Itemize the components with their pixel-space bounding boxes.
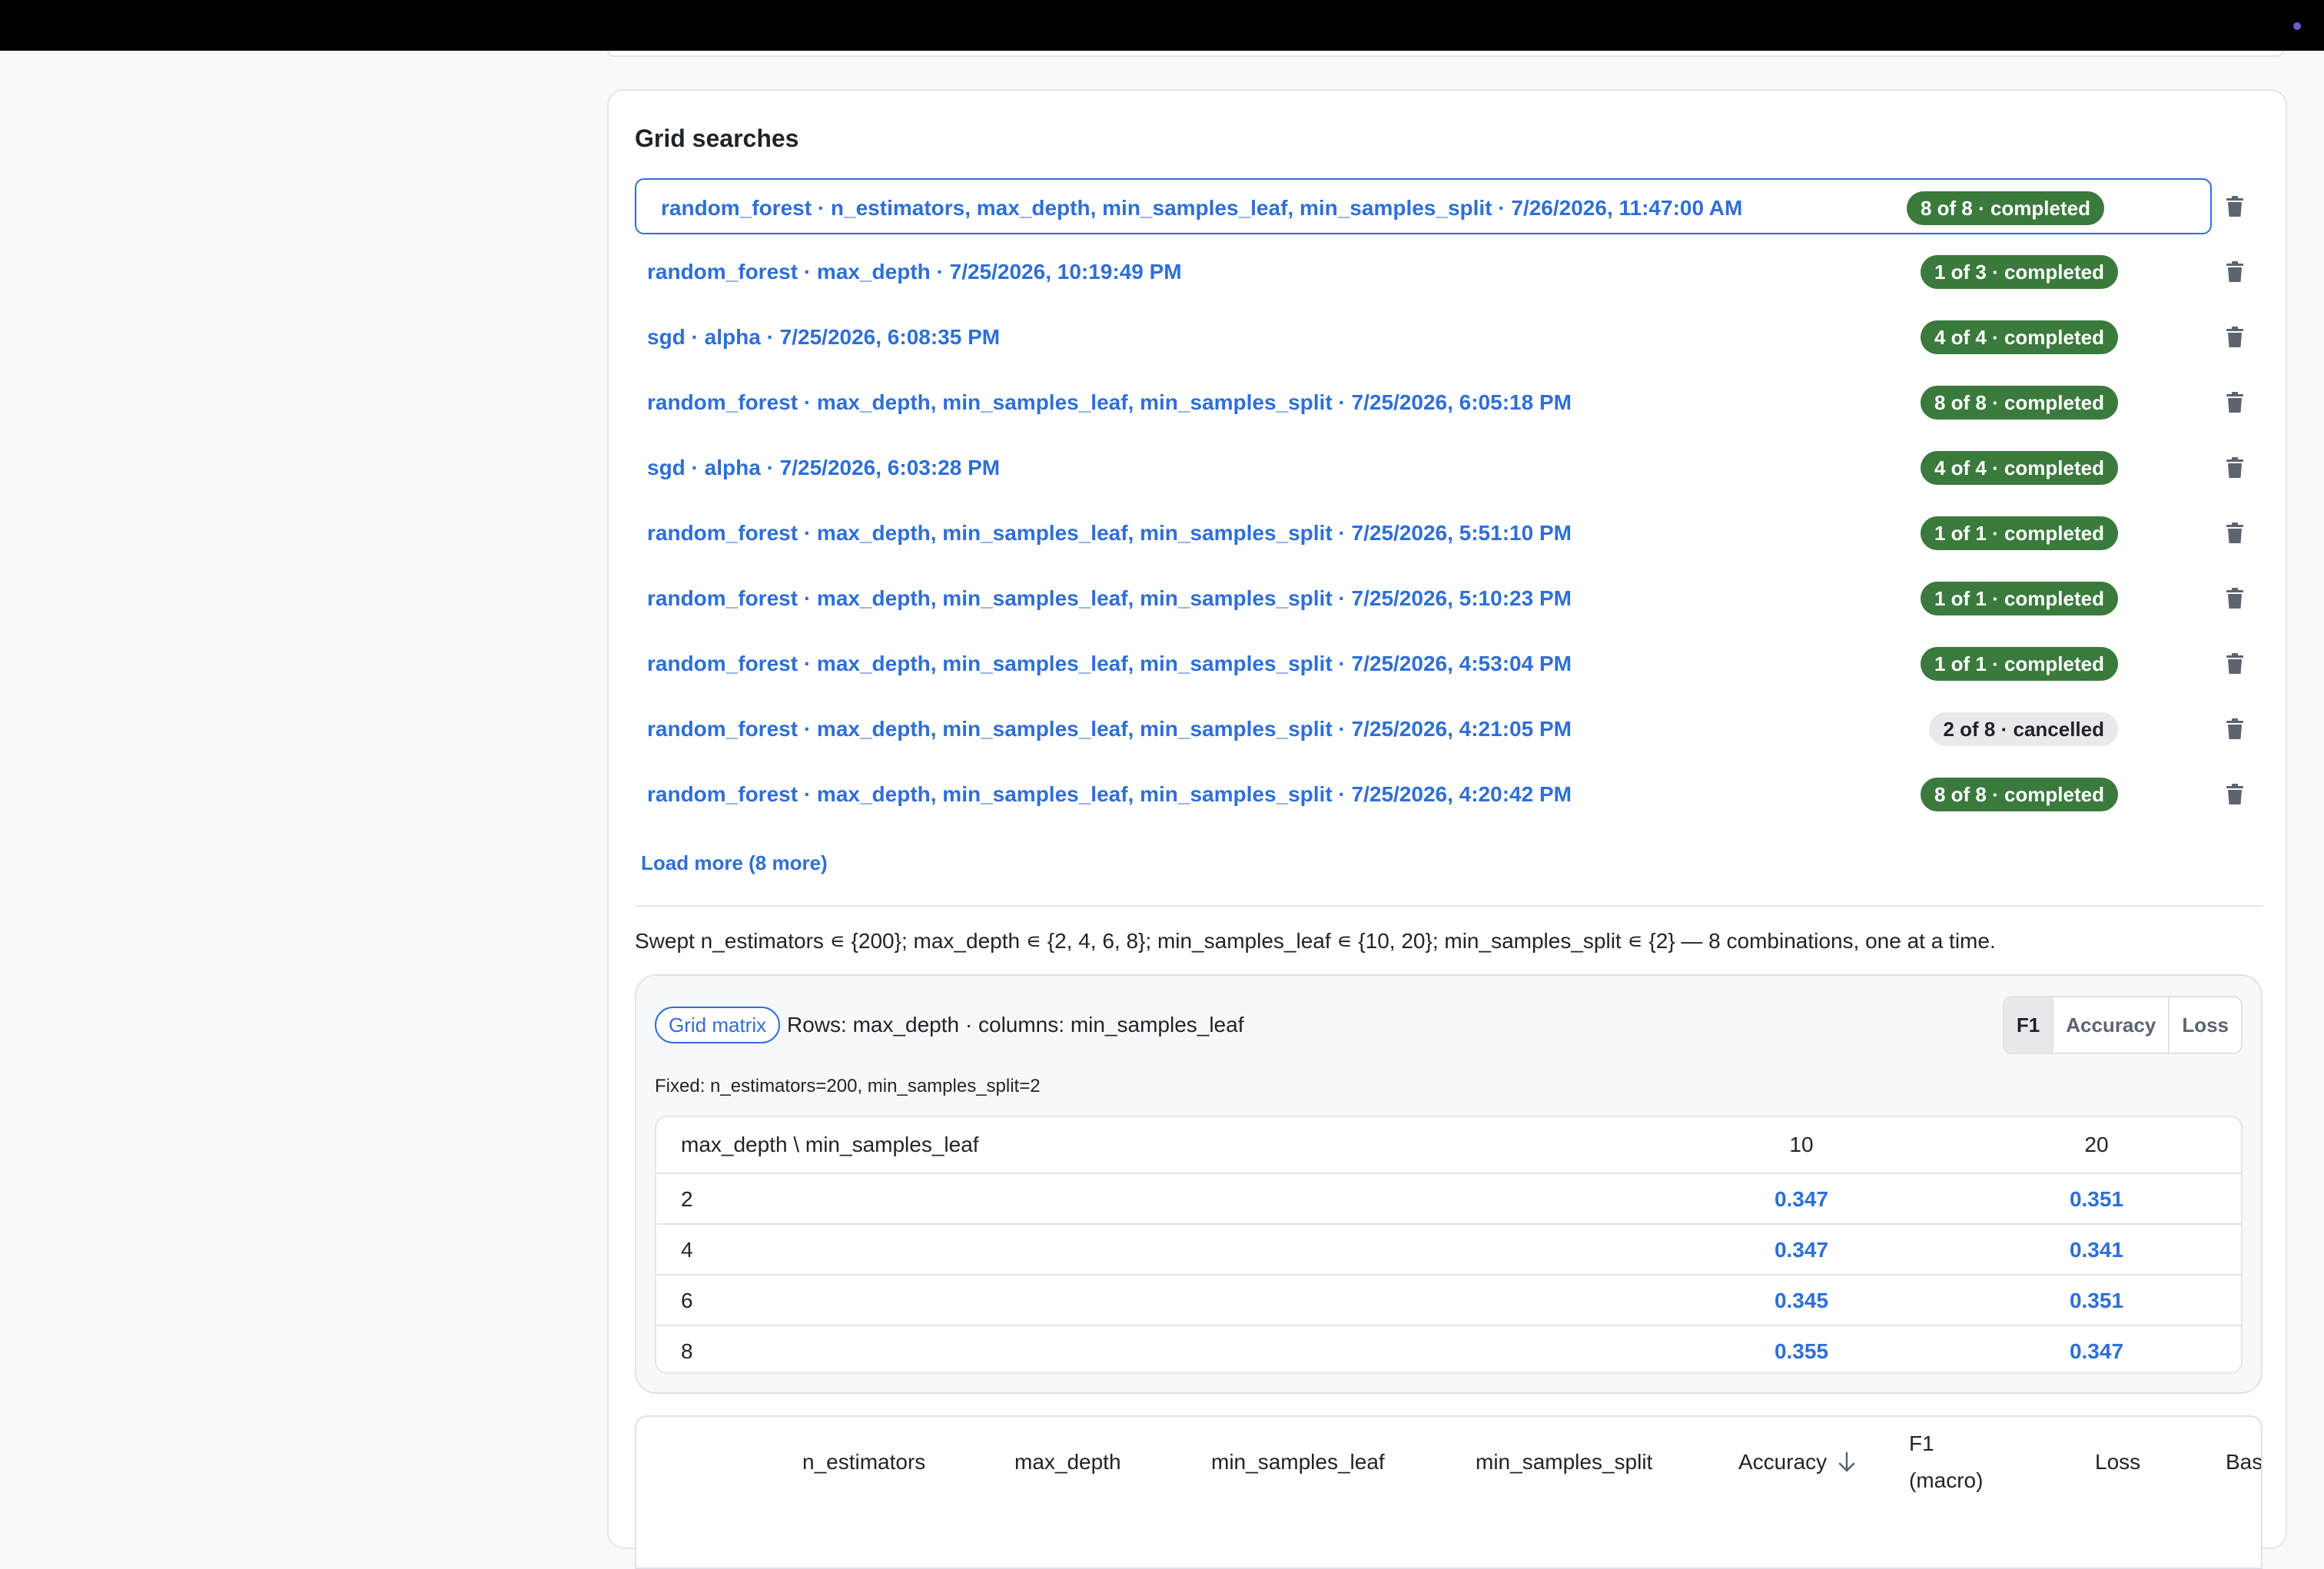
column-header-max-depth[interactable]: max_depth [1014, 1417, 1121, 1508]
matrix-cell-value[interactable]: 0.345 [1763, 1275, 1840, 1326]
grid-search-row-box[interactable]: random_forest · max_depth, min_samples_l… [635, 766, 2212, 822]
panel-title: Grid searches [635, 124, 799, 152]
tab-loss[interactable]: Loss [2168, 997, 2241, 1053]
status-badge: 1 of 3 · completed [1920, 255, 2118, 289]
trash-icon[interactable] [2226, 457, 2244, 479]
grid-search-row-box[interactable]: sgd · alpha · 7/25/2026, 6:03:28 PM 4 of … [635, 440, 2212, 496]
grid-search-row[interactable]: random_forest · max_depth · 7/25/2026, 1… [635, 244, 2279, 309]
matrix-row: 2 0.347 0.351 [656, 1173, 2241, 1223]
grid-search-link[interactable]: random_forest · n_estimators, max_depth,… [661, 180, 1742, 236]
swept-summary: Swept n_estimators ∊ {200}; max_depth ∊ … [635, 929, 1996, 953]
matrix-row: 8 0.355 0.347 [656, 1325, 2241, 1372]
status-badge: 4 of 4 · completed [1920, 451, 2118, 485]
column-header-base[interactable]: Base [2226, 1417, 2261, 1508]
column-header-accuracy[interactable]: Accuracy [1738, 1417, 1856, 1508]
grid-matrix-pill: Grid matrix [655, 1007, 781, 1043]
grid-search-row[interactable]: random_forest · max_depth, min_samples_l… [635, 374, 2279, 440]
grid-search-link[interactable]: sgd · alpha · 7/25/2026, 6:08:35 PM [647, 309, 1000, 365]
status-badge: 8 of 8 · completed [1920, 778, 2118, 811]
matrix-cell-value[interactable]: 0.347 [2058, 1326, 2135, 1372]
grid-matrix-card: Grid matrix Rows: max_depth · columns: m… [635, 974, 2263, 1394]
top-bar [0, 0, 2324, 51]
matrix-cell-value[interactable]: 0.351 [2058, 1174, 2135, 1225]
grid-search-row-box[interactable]: random_forest · max_depth · 7/25/2026, 1… [635, 244, 2212, 300]
matrix-cell-value[interactable]: 0.347 [1763, 1174, 1840, 1225]
column-header-min-samples-split[interactable]: min_samples_split [1476, 1417, 1652, 1508]
grid-search-row[interactable]: random_forest · max_depth, min_samples_l… [635, 766, 2279, 831]
matrix-header-row: max_depth \ min_samples_leaf 10 20 [656, 1117, 2241, 1173]
grid-search-row-box[interactable]: random_forest · max_depth, min_samples_l… [635, 505, 2212, 561]
previous-card-edge [607, 51, 2284, 57]
trash-icon[interactable] [2226, 327, 2244, 348]
grid-search-row-box[interactable]: random_forest · max_depth, min_samples_l… [635, 374, 2212, 430]
grid-search-link[interactable]: random_forest · max_depth, min_samples_l… [647, 374, 1572, 430]
grid-search-row-box[interactable]: random_forest · max_depth, min_samples_l… [635, 570, 2212, 626]
matrix-row-label: 4 [681, 1238, 693, 1262]
matrix-row-label: 8 [681, 1339, 693, 1363]
column-header-accuracy-label: Accuracy [1738, 1450, 1828, 1474]
fixed-params-note: Fixed: n_estimators=200, min_samples_spl… [655, 1076, 1041, 1096]
status-badge: 4 of 4 · completed [1920, 320, 2118, 354]
status-badge: 2 of 8 · cancelled [1929, 712, 2118, 746]
grid-search-row[interactable]: random_forest · max_depth, min_samples_l… [635, 701, 2279, 766]
trash-icon[interactable] [2226, 718, 2244, 740]
load-more-button[interactable]: Load more (8 more) [641, 851, 828, 875]
divider [635, 905, 2263, 907]
status-badge: 1 of 1 · completed [1920, 582, 2118, 615]
grid-search-link[interactable]: random_forest · max_depth · 7/25/2026, 1… [647, 244, 1182, 300]
column-header-loss[interactable]: Loss [2095, 1417, 2140, 1508]
trash-icon[interactable] [2226, 653, 2244, 675]
matrix-column-header: 20 [2084, 1133, 2109, 1156]
tab-f1[interactable]: F1 [2004, 997, 2053, 1053]
grid-search-row[interactable]: random_forest · max_depth, min_samples_l… [635, 505, 2279, 570]
grid-search-row-box[interactable]: random_forest · max_depth, min_samples_l… [635, 701, 2212, 757]
column-header-f1-macro[interactable]: F1 (macro) [1909, 1417, 1983, 1508]
matrix-column-header: 10 [1789, 1133, 1814, 1156]
grid-search-row[interactable]: random_forest · max_depth, min_samples_l… [635, 570, 2279, 635]
status-badge: 1 of 1 · completed [1920, 516, 2118, 550]
matrix-subtitle: Rows: max_depth · columns: min_samples_l… [787, 1013, 1244, 1037]
grid-search-row-box[interactable]: random_forest · n_estimators, max_depth,… [635, 178, 2212, 234]
grid-search-link[interactable]: sgd · alpha · 7/25/2026, 6:03:28 PM [647, 440, 1000, 496]
metric-tabs: F1 Accuracy Loss [2002, 996, 2243, 1054]
column-header-n-estimators[interactable]: n_estimators [802, 1417, 925, 1508]
grid-search-row-box[interactable]: sgd · alpha · 7/25/2026, 6:08:35 PM 4 of … [635, 309, 2212, 365]
grid-search-row[interactable]: sgd · alpha · 7/25/2026, 6:03:28 PM 4 of … [635, 440, 2279, 505]
grid-search-row-box[interactable]: random_forest · max_depth, min_samples_l… [635, 635, 2212, 692]
trash-icon[interactable] [2226, 522, 2244, 544]
grid-matrix-table: max_depth \ min_samples_leaf 10 20 2 0.3… [655, 1116, 2243, 1374]
matrix-row-label: 6 [681, 1289, 693, 1312]
matrix-row: 6 0.345 0.351 [656, 1274, 2241, 1325]
tab-accuracy[interactable]: Accuracy [2052, 997, 2168, 1053]
matrix-cell-value[interactable]: 0.341 [2058, 1225, 2135, 1275]
matrix-row: 4 0.347 0.341 [656, 1223, 2241, 1274]
status-badge: 8 of 8 · completed [1906, 191, 2104, 225]
matrix-row-label: 2 [681, 1187, 693, 1211]
grid-search-list: random_forest · n_estimators, max_depth,… [635, 178, 2279, 831]
grid-search-link[interactable]: random_forest · max_depth, min_samples_l… [647, 505, 1572, 561]
trash-icon[interactable] [2226, 261, 2244, 283]
grid-search-link[interactable]: random_forest · max_depth, min_samples_l… [647, 701, 1572, 757]
trash-icon[interactable] [2226, 392, 2244, 413]
grid-search-link[interactable]: random_forest · max_depth, min_samples_l… [647, 766, 1572, 822]
grid-search-row[interactable]: random_forest · max_depth, min_samples_l… [635, 635, 2279, 701]
arrow-down-icon [1838, 1451, 1855, 1472]
matrix-cell-value[interactable]: 0.351 [2058, 1275, 2135, 1326]
status-dot-icon [2293, 22, 2301, 30]
results-table: n_estimators max_depth min_samples_leaf … [635, 1415, 2263, 1569]
trash-icon[interactable] [2226, 784, 2244, 805]
grid-search-link[interactable]: random_forest · max_depth, min_samples_l… [647, 570, 1572, 626]
grid-search-row[interactable]: random_forest · n_estimators, max_depth,… [635, 178, 2279, 244]
status-badge: 8 of 8 · completed [1920, 386, 2118, 420]
status-badge: 1 of 1 · completed [1920, 647, 2118, 681]
grid-searches-panel: Grid searches random_forest · n_estimato… [607, 89, 2287, 1569]
grid-search-row[interactable]: sgd · alpha · 7/25/2026, 6:08:35 PM 4 of … [635, 309, 2279, 374]
grid-search-link[interactable]: random_forest · max_depth, min_samples_l… [647, 635, 1572, 692]
column-header-min-samples-leaf[interactable]: min_samples_leaf [1211, 1417, 1385, 1508]
matrix-cell-value[interactable]: 0.355 [1763, 1326, 1840, 1372]
matrix-cell-value[interactable]: 0.347 [1763, 1225, 1840, 1275]
matrix-corner-header: max_depth \ min_samples_leaf [681, 1133, 979, 1156]
trash-icon[interactable] [2226, 588, 2244, 609]
trash-icon[interactable] [2226, 196, 2244, 217]
